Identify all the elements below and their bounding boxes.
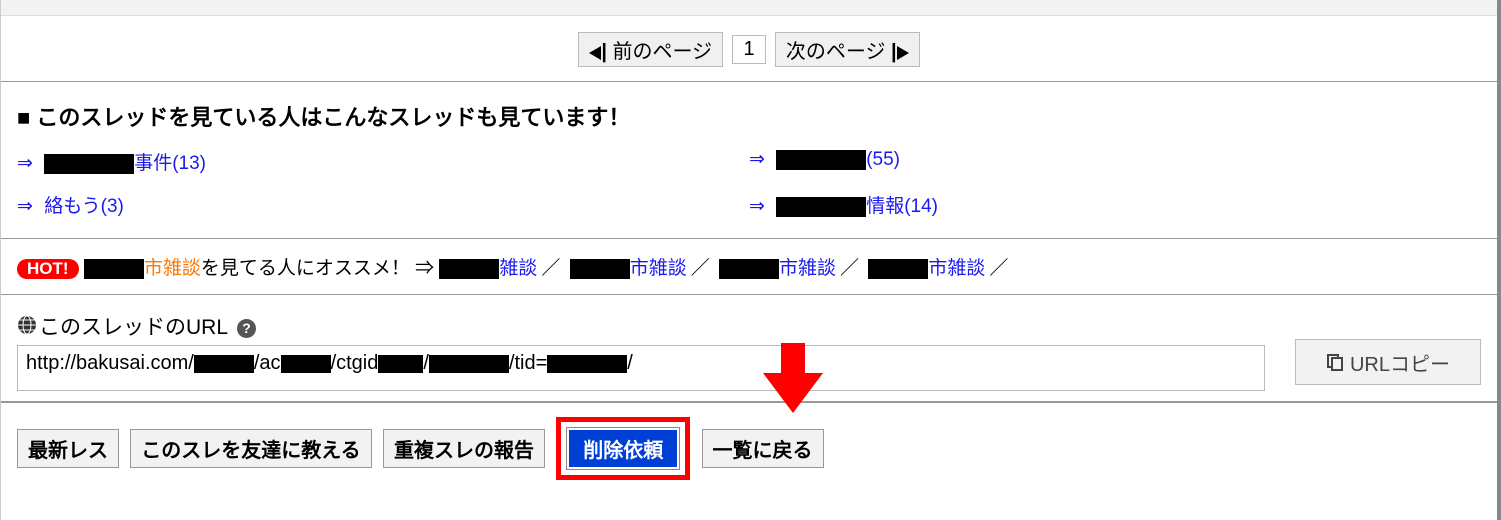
copy-icon (1326, 353, 1344, 371)
arrow-icon: ⇒ (17, 196, 33, 217)
related-link[interactable]: 絡もう(3) (44, 196, 124, 217)
rec-link[interactable]: 雑談 (439, 258, 537, 279)
related-link[interactable]: (55) (776, 149, 900, 170)
hot-tail: を見てる人にオススメ！ ⇒ (201, 258, 434, 279)
redacted-text (776, 150, 866, 170)
attention-arrow-icon (763, 343, 823, 413)
prev-page-button[interactable]: | 前のページ (578, 32, 723, 67)
rec-link[interactable]: 市雑談 (868, 258, 985, 279)
action-buttons: 最新レス このスレを友達に教える 重複スレの報告 削除依頼 一覧に戻る (1, 402, 1497, 490)
redacted-text (719, 259, 779, 279)
related-link[interactable]: 情報(14) (776, 196, 938, 217)
delete-request-button[interactable]: 削除依頼 (567, 428, 679, 469)
arrow-icon: ⇒ (17, 153, 33, 174)
help-icon[interactable]: ? (237, 319, 256, 338)
topic-name: 市雑談 (144, 258, 201, 279)
arrow-icon: ⇒ (749, 149, 765, 170)
prev-label: 前のページ (613, 41, 713, 63)
latest-button[interactable]: 最新レス (17, 429, 119, 468)
arrow-icon: ⇒ (749, 196, 765, 217)
url-label: このスレッドのURL ? (17, 311, 1265, 341)
rec-link[interactable]: 市雑談 (719, 258, 836, 279)
current-page: 1 (732, 35, 765, 64)
redacted-text (868, 259, 928, 279)
hot-recommendations: HOT! 市雑談を見てる人にオススメ！ ⇒ 雑談／ 市雑談／ 市雑談／ 市雑談／ (17, 239, 1481, 294)
redacted-text (44, 154, 134, 174)
delete-highlight: 削除依頼 (556, 417, 690, 480)
rec-link[interactable]: 市雑談 (570, 258, 687, 279)
redacted-text (776, 197, 866, 217)
thread-url-field[interactable]: http://bakusai.com//ac/ctgid//tid=/ (17, 345, 1265, 391)
related-link[interactable]: 事件(13) (44, 153, 206, 174)
duplicate-report-button[interactable]: 重複スレの報告 (383, 429, 545, 468)
next-label: 次のページ (786, 41, 886, 63)
related-heading: ■ このスレッドを見ている人はこんなスレッドも見ています！ (17, 82, 1481, 140)
globe-icon (17, 315, 37, 341)
paginator: | 前のページ 1 次のページ | (17, 16, 1481, 81)
hot-badge: HOT! (17, 259, 79, 279)
share-button[interactable]: このスレを友達に教える (130, 429, 371, 468)
redacted-text (570, 259, 630, 279)
url-copy-button[interactable]: URLコピー (1295, 339, 1481, 385)
back-to-list-button[interactable]: 一覧に戻る (702, 429, 824, 468)
redacted-text (439, 259, 499, 279)
next-page-button[interactable]: 次のページ | (775, 32, 920, 67)
redacted-text (84, 259, 144, 279)
